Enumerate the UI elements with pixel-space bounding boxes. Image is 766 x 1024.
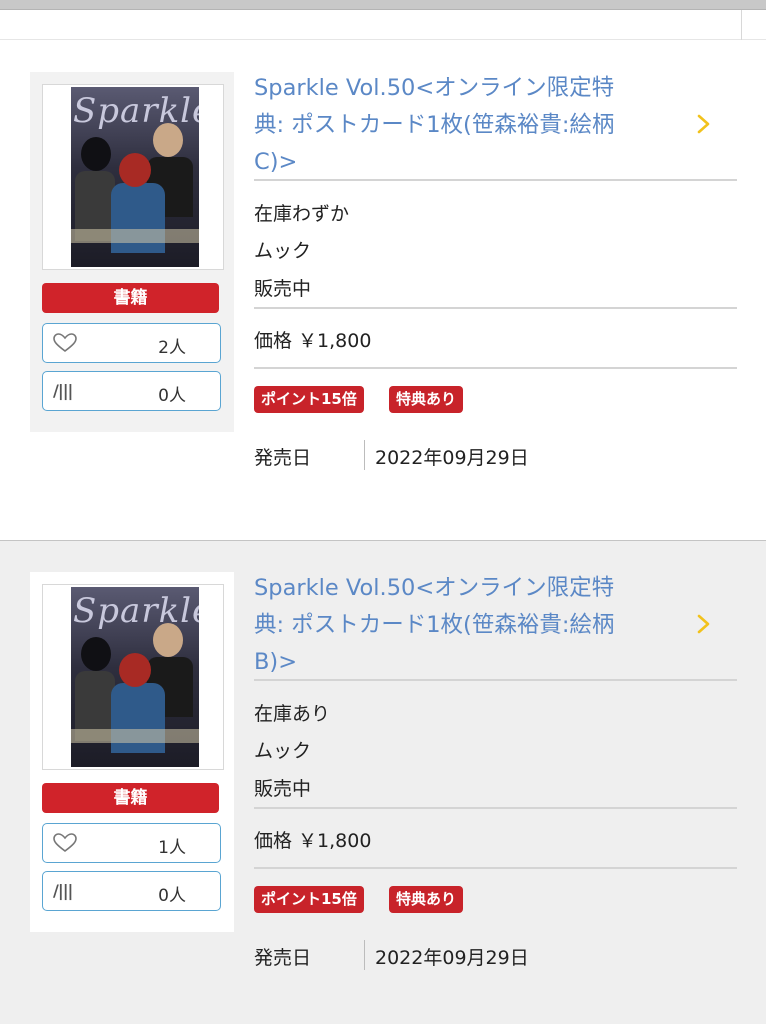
product-thumbnail-panel: Sparkle 書籍 1人 /||| 0人: [30, 572, 234, 932]
shelf-count: 0人: [158, 386, 186, 406]
stock-status: 在庫わずか: [254, 203, 350, 225]
release-date-label: 発売日: [254, 447, 312, 469]
chevron-right-icon[interactable]: [692, 113, 714, 135]
product-title-link[interactable]: Sparkle Vol.50<オンライン限定特 典: ポストカード1枚(笹森裕貴…: [254, 570, 678, 681]
previous-item-edge: [0, 10, 766, 40]
like-count: 2人: [158, 338, 186, 358]
sale-status: 販売中: [254, 778, 312, 800]
cover-image[interactable]: Sparkle: [71, 587, 199, 767]
cover-frame[interactable]: Sparkle: [42, 84, 224, 270]
cover-figure: [119, 653, 151, 687]
top-scroll-edge: [0, 0, 766, 10]
divider: [254, 679, 737, 681]
format: ムック: [254, 240, 312, 262]
stock-status: 在庫あり: [254, 703, 331, 725]
like-button[interactable]: 1人: [42, 823, 221, 863]
product-title-link[interactable]: Sparkle Vol.50<オンライン限定特 典: ポストカード1枚(笹森裕貴…: [254, 70, 678, 181]
cover-frame[interactable]: Sparkle: [42, 584, 224, 770]
product-item[interactable]: Sparkle 書籍 2人 /||| 0人 Sparkle Vol.50<オンラ…: [0, 41, 766, 540]
divider: [254, 367, 737, 369]
like-count: 1人: [158, 838, 186, 858]
release-date-label: 発売日: [254, 947, 312, 969]
title-line: Sparkle Vol.50<オンライン限定特: [254, 575, 615, 601]
cover-image[interactable]: Sparkle: [71, 87, 199, 267]
release-date-value: 2022年09月29日: [375, 947, 529, 969]
divider: [364, 940, 365, 970]
cover-logo: Sparkle: [73, 91, 199, 131]
price: 価格 ￥1,800: [254, 330, 372, 352]
divider: [254, 807, 737, 809]
cover-figure: [81, 637, 111, 671]
product-thumbnail-panel: Sparkle 書籍 2人 /||| 0人: [30, 72, 234, 432]
title-line: 典: ポストカード1枚(笹森裕貴:絵柄: [254, 112, 615, 138]
bookshelf-icon: /|||: [53, 881, 73, 900]
points-badge: ポイント15倍: [254, 386, 364, 413]
sale-status: 販売中: [254, 278, 312, 300]
bonus-badge: 特典あり: [389, 886, 464, 913]
release-date-value: 2022年09月29日: [375, 447, 529, 469]
points-badge: ポイント15倍: [254, 886, 364, 913]
cover-figure: [119, 153, 151, 187]
title-line: Sparkle Vol.50<オンライン限定特: [254, 75, 615, 101]
chevron-right-icon[interactable]: [692, 613, 714, 635]
divider: [364, 440, 365, 470]
category-badge: 書籍: [42, 283, 219, 313]
price: 価格 ￥1,800: [254, 830, 372, 852]
shelf-count: 0人: [158, 886, 186, 906]
divider: [741, 10, 742, 40]
bonus-badge: 特典あり: [389, 386, 464, 413]
like-button[interactable]: 2人: [42, 323, 221, 363]
divider: [254, 179, 737, 181]
cover-band: [71, 229, 199, 243]
cover-band: [71, 729, 199, 743]
format: ムック: [254, 740, 312, 762]
cover-figure: [81, 137, 111, 171]
category-badge: 書籍: [42, 783, 219, 813]
cover-logo: Sparkle: [73, 591, 199, 631]
divider: [254, 867, 737, 869]
bookshelf-button[interactable]: /||| 0人: [42, 371, 221, 411]
title-line: B)>: [254, 649, 298, 675]
bookshelf-button[interactable]: /||| 0人: [42, 871, 221, 911]
heart-outline-icon: [53, 833, 77, 853]
title-line: C)>: [254, 149, 298, 175]
divider: [254, 307, 737, 309]
product-item[interactable]: Sparkle 書籍 1人 /||| 0人 Sparkle Vol.50<オンラ…: [0, 540, 766, 1024]
heart-outline-icon: [53, 333, 77, 353]
title-line: 典: ポストカード1枚(笹森裕貴:絵柄: [254, 612, 615, 638]
bookshelf-icon: /|||: [53, 381, 73, 400]
